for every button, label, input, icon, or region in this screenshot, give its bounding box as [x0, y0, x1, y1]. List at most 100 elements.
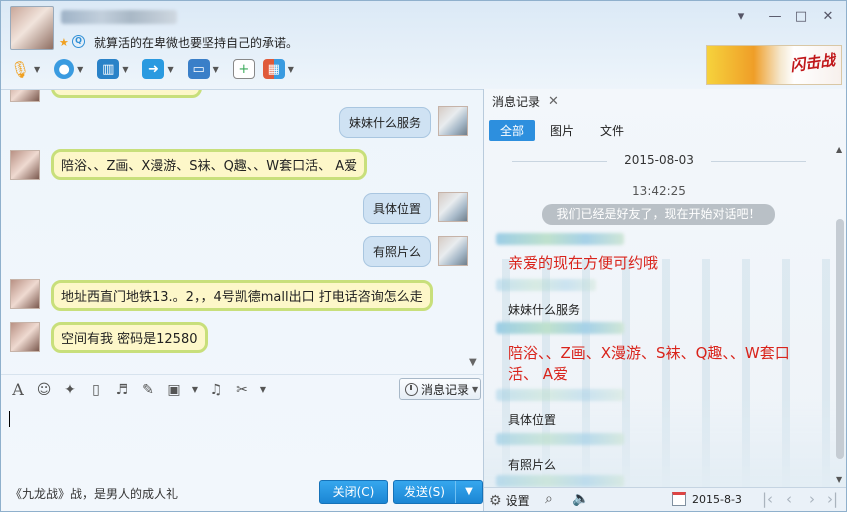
history-time: 13:42:25: [632, 184, 686, 198]
history-tab[interactable]: 消息记录 ✕: [492, 93, 559, 110]
dropdown-arrow-icon[interactable]: ▼: [77, 65, 83, 74]
apps-button[interactable]: ▦ ▼: [261, 56, 302, 82]
music-icon[interactable]: ♫: [207, 381, 225, 399]
image-icon[interactable]: ▣: [165, 381, 183, 399]
filter-all[interactable]: 全部: [489, 120, 536, 141]
search-icon[interactable]: ⌕: [545, 491, 553, 507]
skin-menu-button[interactable]: ▾: [730, 7, 752, 27]
send-options-icon[interactable]: ▼: [456, 481, 482, 503]
contact-message-avatar[interactable]: [10, 90, 40, 102]
filter-files[interactable]: 文件: [589, 120, 635, 141]
minimize-button[interactable]: —: [764, 7, 786, 27]
next-page-icon[interactable]: ›: [809, 490, 815, 508]
remote-desktop-button[interactable]: ▭ ▼: [186, 56, 227, 82]
text-caret: [9, 411, 10, 427]
emoji-icon[interactable]: ☺: [35, 381, 53, 399]
history-message: 亲爱的现在方便可约哦: [508, 254, 659, 272]
magic-wand-icon[interactable]: ✦: [61, 381, 79, 399]
history-message: 有照片么: [508, 458, 557, 472]
history-message: 具体位置: [508, 413, 557, 427]
my-message-avatar[interactable]: [438, 236, 468, 266]
speaker-icon[interactable]: 🔈: [572, 491, 589, 507]
new-discussion-button[interactable]: +: [231, 56, 257, 82]
font-icon[interactable]: A: [9, 380, 27, 399]
message-bubble-sent: 具体位置: [362, 193, 431, 224]
message-bubble-sent: 妹妹什么服务: [338, 107, 431, 138]
history-date-value[interactable]: 2015-8-3: [692, 493, 742, 506]
history-message: 陪浴、、Z画、X漫游、S袜、Q趣、、W套口活、 A爱: [508, 344, 790, 383]
message-history-label: 消息记录: [421, 382, 470, 397]
voice-call-button[interactable]: 🎙 ▼: [7, 56, 48, 82]
game-ad-banner[interactable]: 闪击战: [706, 45, 842, 85]
filter-images[interactable]: 图片: [539, 120, 585, 141]
chevron-down-icon: ▼: [472, 384, 479, 394]
dropdown-arrow-icon[interactable]: ▼: [34, 65, 40, 74]
prev-page-icon[interactable]: ‹: [786, 490, 792, 508]
sender-line-blurred: [496, 322, 624, 334]
screenshot-icon[interactable]: ✂: [233, 381, 251, 399]
dropdown-arrow-icon[interactable]: ▼: [213, 65, 219, 74]
chat-window: ★ Q 就算活的在卑微也要坚持自己的承诺。 ▾ — □ ✕ 🎙 ▼ ● ▼ ▥ ▼ ➜…: [0, 0, 847, 512]
apps-grid-icon: ▦: [262, 59, 285, 79]
history-tab-label: 消息记录: [492, 95, 541, 109]
video-call-button[interactable]: ● ▼: [52, 56, 91, 82]
gif-icon[interactable]: ▯: [87, 381, 105, 399]
settings-button[interactable]: ⚙ 设置: [489, 492, 530, 509]
send-button[interactable]: 发送(S) ▼: [393, 480, 483, 504]
screen-share-button[interactable]: ▥ ▼: [95, 56, 136, 82]
message-input[interactable]: [1, 403, 483, 475]
dropdown-arrow-icon[interactable]: ▼: [288, 65, 294, 74]
message-bubble-received: 空间有我 密码是12580: [51, 322, 208, 353]
close-window-button[interactable]: ✕: [817, 7, 839, 27]
file-transfer-icon: ➜: [142, 59, 165, 79]
star-icon: ★: [59, 36, 69, 49]
sender-line-blurred: [496, 475, 624, 487]
chat-messages[interactable]: 妹妹什么服务 陪浴、、Z画、X漫游、S袜、Q趣、、W套口活、 A爱 具体位置 有…: [1, 89, 483, 371]
scrollbar-thumb[interactable]: [836, 219, 844, 459]
edit-icon[interactable]: ✎: [139, 381, 157, 399]
settings-label: 设置: [505, 494, 530, 508]
send-button-label[interactable]: 发送(S): [394, 481, 456, 503]
scroll-down-icon[interactable]: ▼: [836, 475, 842, 484]
contact-message-avatar[interactable]: [10, 322, 40, 352]
message-history-button[interactable]: 消息记录 ▼: [399, 378, 481, 400]
first-page-icon[interactable]: |‹: [762, 490, 773, 508]
contact-message-avatar[interactable]: [10, 150, 40, 180]
new-discussion-icon: +: [232, 59, 255, 79]
my-message-avatar[interactable]: [438, 106, 468, 136]
close-button[interactable]: 关闭(C): [319, 480, 388, 504]
sender-line-blurred: [496, 389, 624, 401]
ad-banner-text: 闪击战: [789, 50, 837, 76]
message-bubble-received: 地址西直门地铁13.。2，，4号凯德mall出口 打电话咨询怎么走: [51, 280, 433, 311]
contact-message-avatar[interactable]: [10, 279, 40, 309]
close-icon[interactable]: ✕: [548, 94, 559, 109]
screen-share-icon: ▥: [97, 59, 120, 79]
dropdown-arrow-icon[interactable]: ▼: [122, 65, 128, 74]
chevron-down-icon[interactable]: ▼: [259, 381, 267, 399]
top-toolbar: 🎙 ▼ ● ▼ ▥ ▼ ➜ ▼ ▭ ▼ + ▦ ▼: [7, 56, 302, 82]
history-message: 妹妹什么服务: [508, 303, 581, 317]
sender-line-blurred: [496, 233, 624, 245]
contact-signature: 就算活的在卑微也要坚持自己的承诺。: [94, 36, 299, 50]
scroll-down-icon[interactable]: ▼: [469, 357, 477, 368]
remote-desktop-icon: ▭: [187, 59, 210, 79]
file-transfer-button[interactable]: ➜ ▼: [140, 56, 181, 82]
footer-ad-link[interactable]: 《九龙战》战，是男人的成人礼: [10, 485, 178, 502]
contact-avatar[interactable]: [10, 6, 54, 50]
history-scrollbar[interactable]: ▲ ▼: [836, 145, 844, 489]
sender-line-blurred: [496, 433, 624, 445]
last-page-icon[interactable]: ›|: [827, 490, 838, 508]
webcam-icon: ●: [54, 59, 75, 79]
scroll-up-icon[interactable]: ▲: [836, 145, 842, 154]
history-bottom-bar: ⚙ 设置 ⌕ 🔈 2015-8-3 |‹ ‹ › ›|: [484, 487, 846, 511]
chevron-down-icon[interactable]: ▼: [191, 381, 199, 399]
clock-icon: [405, 382, 418, 396]
history-filters: 全部 图片 文件: [489, 120, 635, 141]
dropdown-arrow-icon[interactable]: ▼: [167, 65, 173, 74]
sender-line-blurred: [496, 279, 596, 291]
calendar-icon[interactable]: [672, 492, 686, 506]
maximize-button[interactable]: □: [790, 7, 812, 27]
history-date: 2015-08-03: [484, 153, 834, 167]
my-message-avatar[interactable]: [438, 192, 468, 222]
voice-icon[interactable]: ♬: [113, 381, 131, 399]
